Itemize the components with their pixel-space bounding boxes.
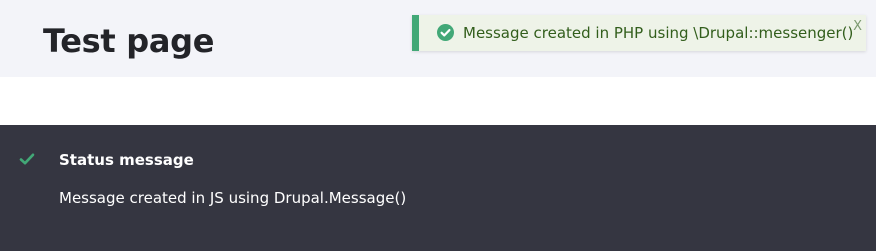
status-message-title: Status message bbox=[59, 151, 194, 169]
check-circle-icon bbox=[437, 24, 454, 41]
page: Test page Message created in PHP using \… bbox=[0, 0, 876, 251]
toast-close-button[interactable]: X bbox=[853, 20, 862, 34]
page-title: Test page bbox=[43, 22, 215, 60]
checkmark-icon bbox=[19, 151, 35, 167]
status-message-panel: Status message Message created in JS usi… bbox=[0, 125, 876, 251]
toast-message: Message created in PHP using \Drupal::me… bbox=[463, 24, 854, 42]
status-message-text: Message created in JS using Drupal.Messa… bbox=[59, 189, 407, 207]
php-message-toast: Message created in PHP using \Drupal::me… bbox=[412, 15, 866, 51]
